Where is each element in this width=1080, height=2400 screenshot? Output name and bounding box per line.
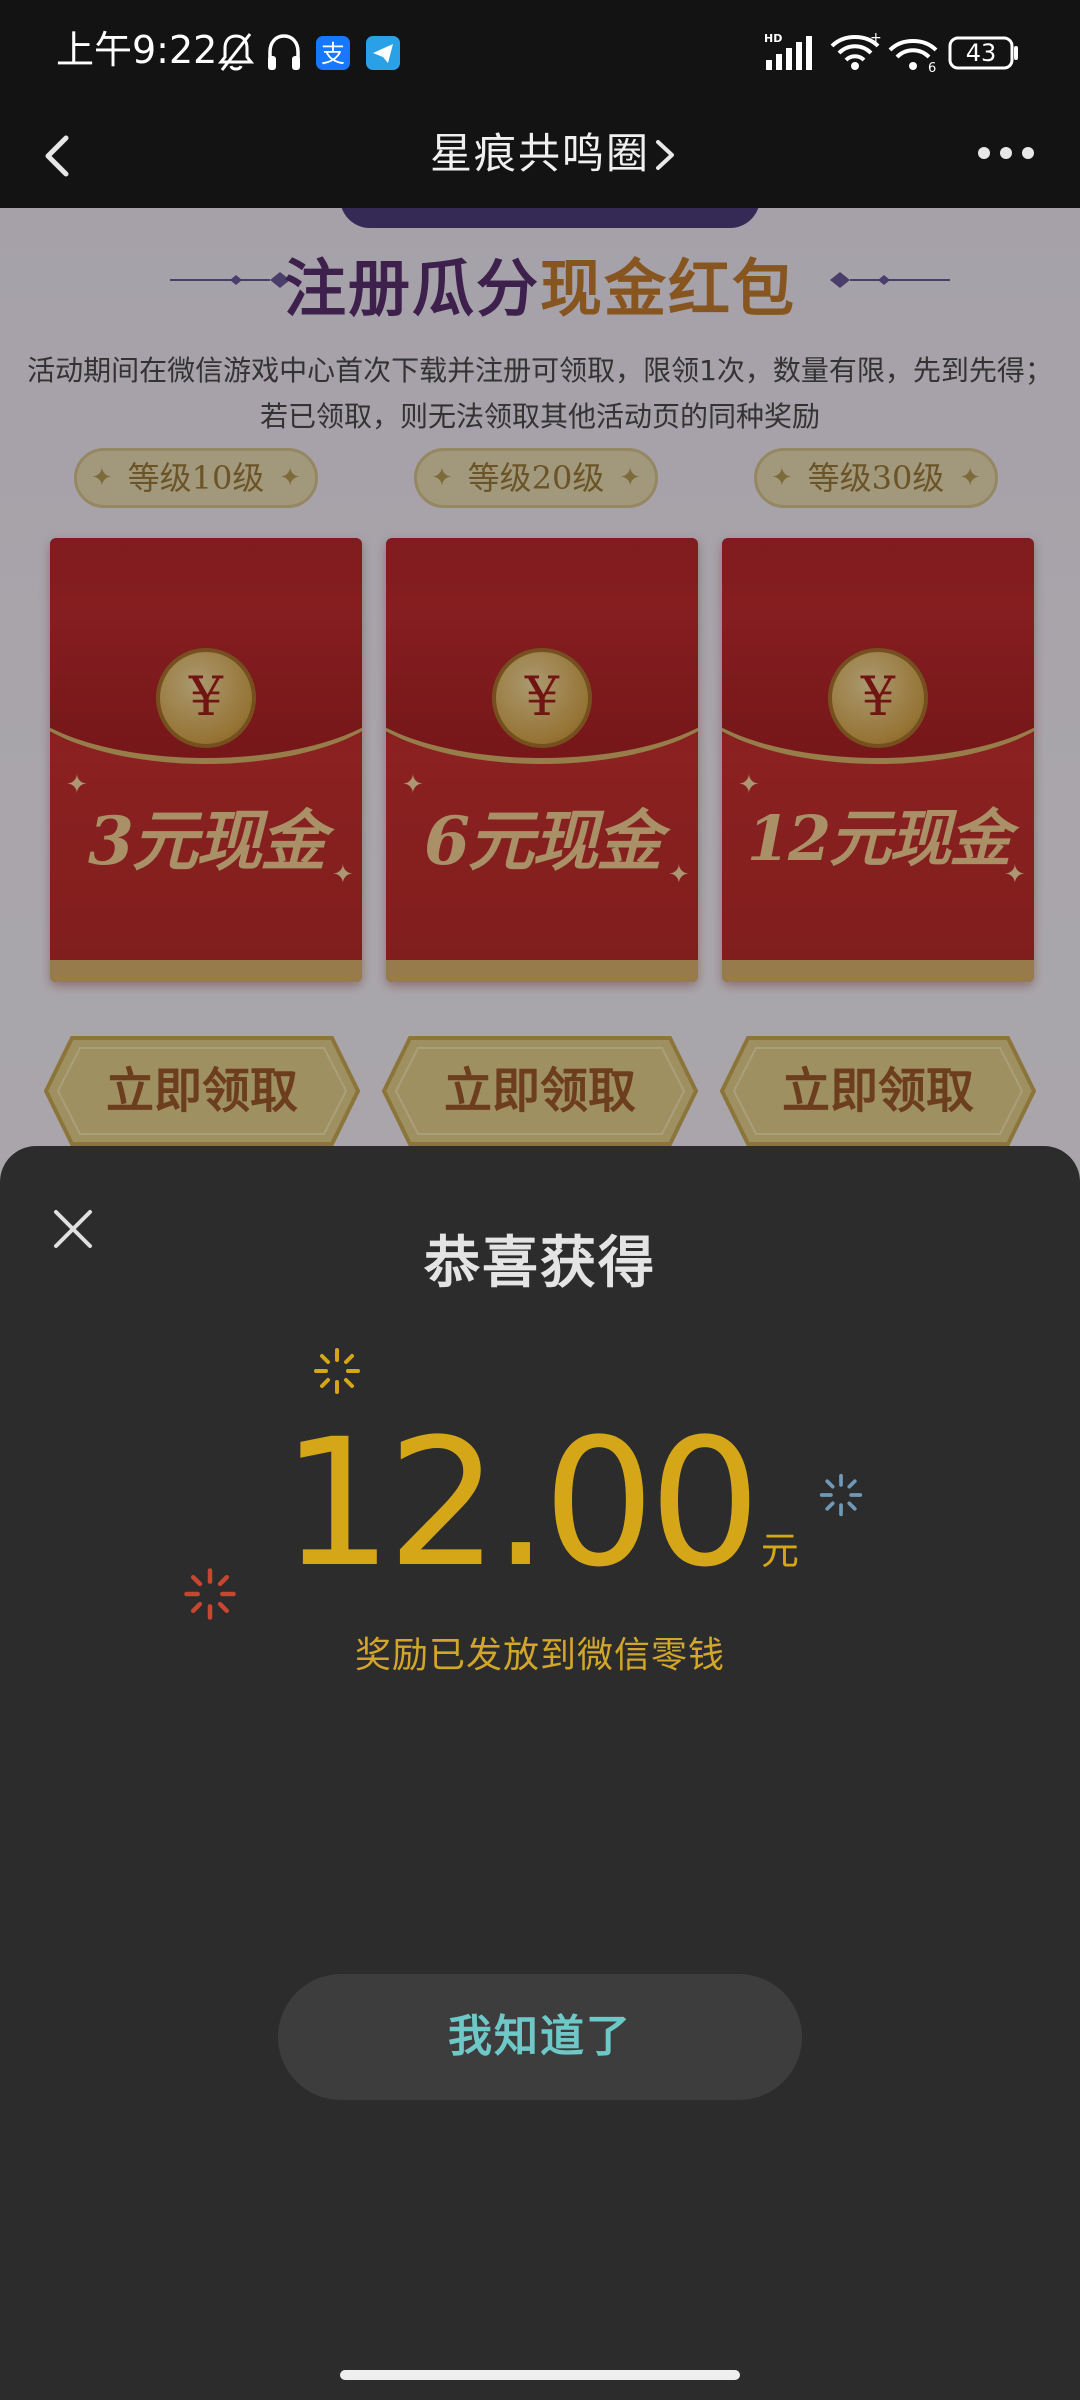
nav-title[interactable]: 星痕共鸣圈: [0, 100, 1080, 208]
cellular-signal-icon: HD: [764, 32, 812, 70]
wifi-6-icon: 6: [888, 39, 938, 74]
reward-dialog: 恭喜获得 12.00 元 奖励已发放到微信零钱 我知道了: [0, 1146, 1080, 2400]
wifi-icon: +: [830, 30, 882, 70]
svg-text:6: 6: [928, 61, 936, 74]
nav-bar: 星痕共鸣圈: [0, 100, 1080, 208]
chevron-right-icon[interactable]: [646, 130, 686, 180]
acknowledge-button[interactable]: 我知道了: [278, 1974, 802, 2100]
svg-text:HD: HD: [764, 32, 782, 45]
dialog-title: 恭喜获得: [424, 1231, 656, 1296]
firework-icon: [314, 1348, 360, 1394]
svg-text:+: +: [870, 30, 882, 46]
status-bar: 上午9:22 支 HD + 6 43: [0, 0, 1080, 100]
paper-plane-app-icon: [366, 36, 400, 70]
claim-button-label: 立即领取: [781, 1063, 974, 1119]
prize-unit: 元: [760, 1529, 799, 1573]
svg-text:支: 支: [321, 40, 345, 68]
prize-amount: 12.00 元: [0, 1416, 1080, 1592]
prize-value: 12.00: [281, 1401, 761, 1606]
home-indicator[interactable]: [340, 2370, 740, 2380]
battery-level: 43: [965, 39, 997, 67]
prize-note: 奖励已发放到微信零钱: [354, 1635, 725, 1676]
status-time: 上午9:22: [56, 28, 218, 72]
mute-bell-icon: [217, 33, 255, 71]
more-dots-icon[interactable]: [966, 128, 1046, 178]
claim-button-label: 立即领取: [105, 1063, 298, 1119]
claim-button-label: 立即领取: [443, 1063, 636, 1119]
alipay-app-icon: 支: [316, 36, 350, 70]
headphones-icon: [268, 34, 300, 70]
app-root: 上午9:22 支 HD + 6 43 星痕共鸣圈 注册瓜分现金红包 活动期间在微…: [0, 0, 1080, 2400]
